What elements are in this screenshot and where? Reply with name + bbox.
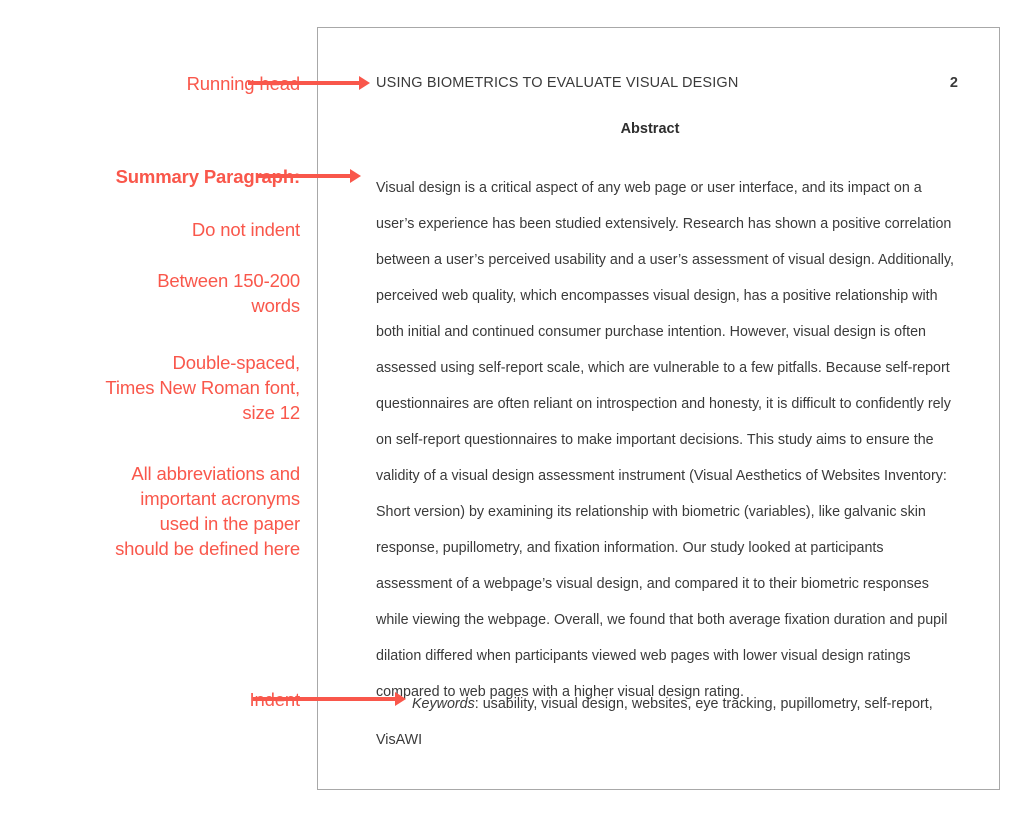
- document-page: USING BIOMETRICS TO EVALUATE VISUAL DESI…: [317, 27, 1000, 790]
- arrow-indent: [253, 697, 397, 701]
- annotation-word-count: Between 150-200 words: [157, 270, 300, 316]
- arrow-running-head: [248, 81, 361, 85]
- keywords-label: Keywords: [412, 696, 475, 712]
- abstract-heading: Abstract: [620, 121, 680, 137]
- running-head-text: USING BIOMETRICS TO EVALUATE VISUAL DESI…: [376, 75, 739, 91]
- annotation-column: Running head Summary Paragraph: Do not i…: [0, 0, 300, 825]
- page-number: 2: [949, 75, 958, 91]
- abstract-body-paragraph: Visual design is a critical aspect of an…: [376, 180, 955, 700]
- annotation-formatting: Double-spaced, Times New Roman font, siz…: [105, 352, 300, 423]
- page-header: USING BIOMETRICS TO EVALUATE VISUAL DESI…: [376, 75, 958, 91]
- keywords-separator: :: [474, 696, 483, 712]
- keywords-paragraph: Keywords: usability, visual design, webs…: [376, 686, 958, 758]
- annotation-do-not-indent: Do not indent: [191, 219, 300, 240]
- annotation-abbreviations: All abbreviations and important acronyms…: [115, 463, 300, 559]
- arrow-summary-paragraph: [257, 174, 352, 178]
